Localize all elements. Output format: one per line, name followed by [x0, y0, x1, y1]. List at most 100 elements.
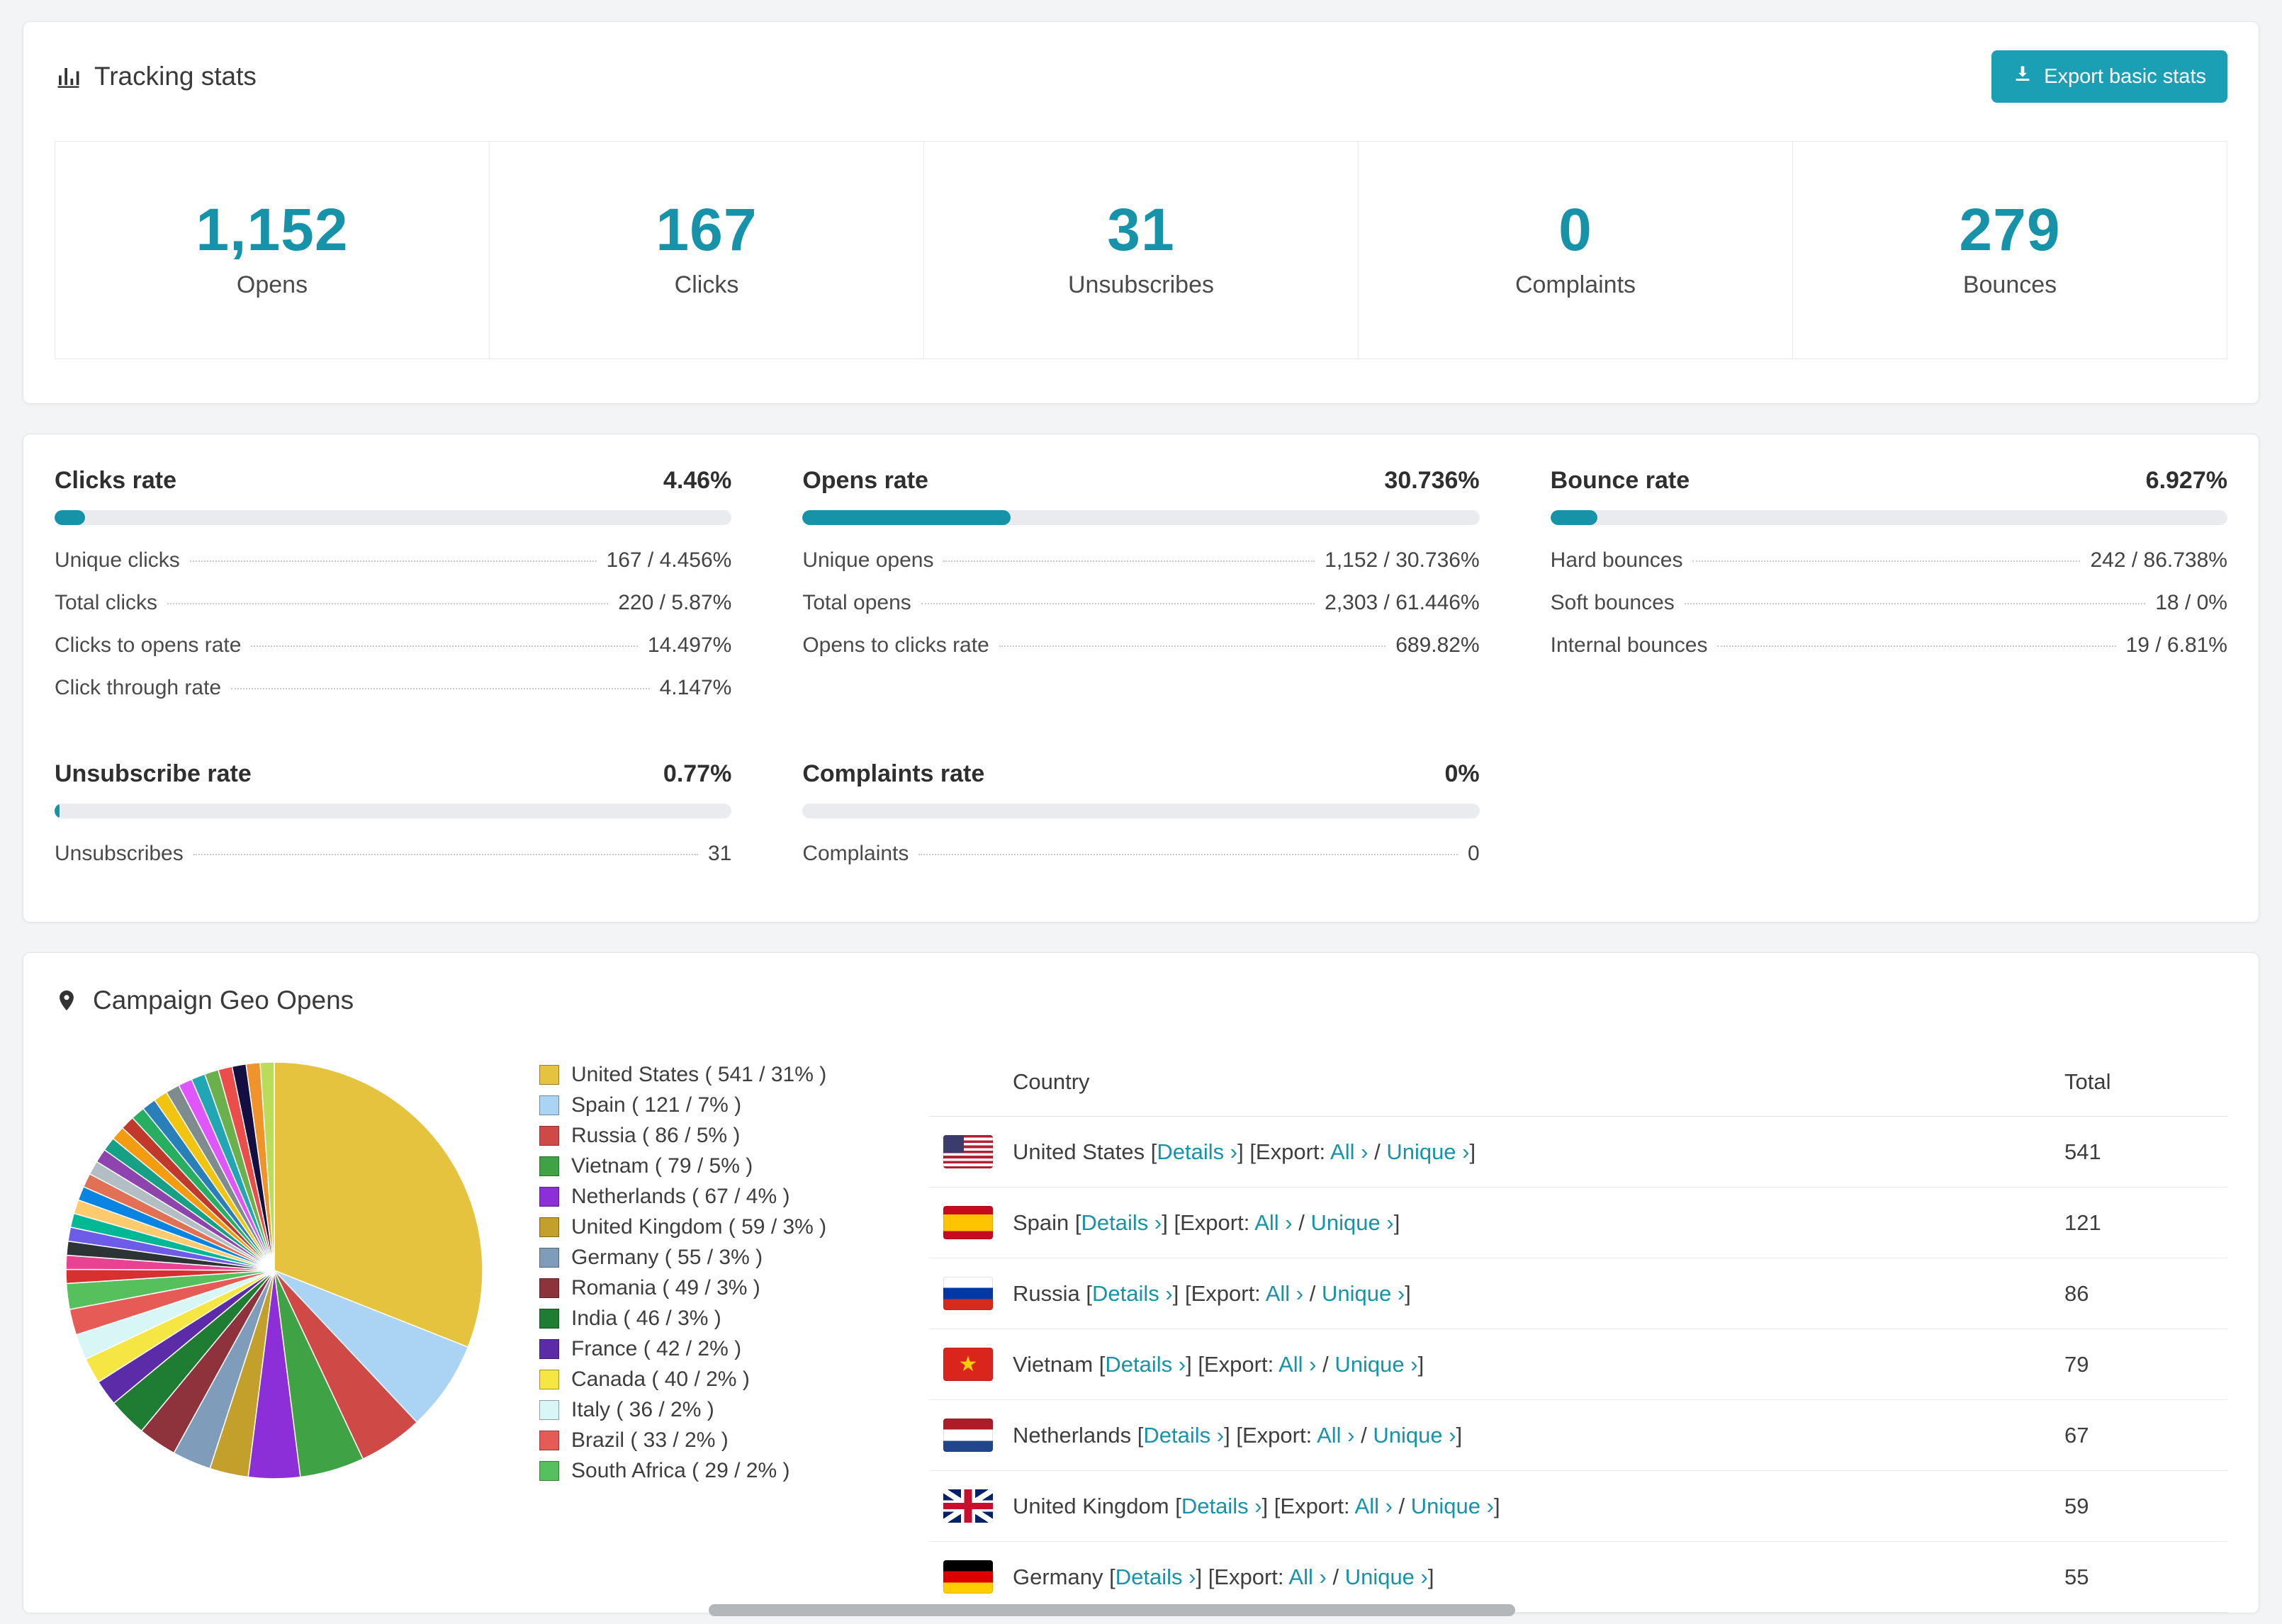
progress-bar-fill [802, 510, 1011, 525]
progress-bar-fill [55, 803, 60, 818]
country-cell: United Kingdom [Details ›] [Export: All … [929, 1489, 2064, 1523]
country-name: Netherlands [1013, 1422, 1132, 1448]
legend-item: South Africa ( 29 / 2% ) [539, 1455, 879, 1486]
rate-stat-row: Total clicks 220 / 5.87% [55, 582, 731, 624]
country-cell: United States [Details ›] [Export: All ›… [929, 1135, 2064, 1168]
dotted-leader [193, 854, 698, 855]
export-all-link[interactable]: All › [1266, 1281, 1303, 1306]
export-unique-link[interactable]: Unique › [1334, 1352, 1417, 1377]
rate-stat-value: 0 [1467, 842, 1480, 865]
export-unique-link[interactable]: Unique › [1322, 1281, 1405, 1306]
legend-label: France ( 42 / 2% ) [571, 1336, 742, 1360]
details-link[interactable]: Details › [1181, 1494, 1262, 1518]
details-link[interactable]: Details › [1157, 1139, 1237, 1164]
flag-es-icon [943, 1206, 993, 1239]
export-unique-link[interactable]: Unique › [1311, 1210, 1394, 1235]
rate-stat-value: 689.82% [1395, 633, 1480, 657]
rate-stat-label: Clicks to opens rate [55, 633, 242, 657]
export-unique-link[interactable]: Unique › [1386, 1139, 1469, 1164]
progress-bar [802, 510, 1480, 525]
country-links: Netherlands [Details ›] [Export: All › /… [1013, 1422, 1463, 1448]
rate-title: Opens rate [802, 467, 928, 494]
table-row: Spain [Details ›] [Export: All › / Uniqu… [929, 1188, 2227, 1258]
rate-stat-label: Total clicks [55, 591, 158, 614]
stat-value: 167 [656, 196, 758, 263]
details-link[interactable]: Details › [1081, 1210, 1162, 1235]
details-link[interactable]: Details › [1143, 1423, 1224, 1448]
rate-head: Complaints rate 0% [802, 760, 1479, 788]
country-cell: Russia [Details ›] [Export: All › / Uniq… [929, 1277, 2064, 1310]
export-all-link[interactable]: All › [1355, 1494, 1393, 1518]
stat-value: 1,152 [196, 196, 349, 263]
details-link[interactable]: Details › [1115, 1564, 1196, 1589]
export-icon [2013, 64, 2033, 89]
legend-label: United States ( 541 / 31% ) [571, 1062, 827, 1086]
rate-head: Bounce rate 6.927% [1551, 467, 2227, 495]
total-column-header: Total [2064, 1069, 2111, 1094]
horizontal-scrollbar[interactable] [709, 1604, 1515, 1616]
stat-value: 31 [1107, 196, 1175, 263]
details-link[interactable]: Details › [1092, 1281, 1173, 1306]
geo-table: Country Total United States [Details ›] … [929, 1048, 2227, 1613]
rate-stat-label: Hard bounces [1550, 548, 1683, 572]
export-all-link[interactable]: All › [1278, 1352, 1316, 1377]
legend-item: Canada ( 40 / 2% ) [539, 1364, 879, 1394]
rate-title: Clicks rate [55, 467, 176, 494]
details-link[interactable]: Details › [1105, 1352, 1186, 1377]
export-all-link[interactable]: All › [1330, 1139, 1368, 1164]
rate-stat-row: Click through rate 4.147% [55, 667, 731, 709]
pie-chart-svg [65, 1061, 483, 1479]
rate-block: Bounce rate 6.927% Hard bounces 242 / 86… [1550, 467, 2227, 709]
country-name: Spain [1013, 1209, 1069, 1235]
rate-stat-value: 2,303 / 61.446% [1325, 591, 1480, 614]
country-links: Germany [Details ›] [Export: All › / Uni… [1013, 1564, 1434, 1589]
rates-row-2: Unsubscribe rate 0.77% Unsubscribes 31 C… [55, 760, 2227, 875]
rate-stat-label: Unsubscribes [55, 842, 184, 865]
legend-label: India ( 46 / 3% ) [571, 1306, 721, 1330]
rate-stat-label: Internal bounces [1550, 633, 1708, 657]
export-button-label: Export basic stats [2044, 64, 2206, 88]
rate-stat-row: Unique opens 1,152 / 30.736% [802, 539, 1479, 582]
legend-swatch [539, 1186, 559, 1207]
rate-block: Opens rate 30.736% Unique opens 1,152 / … [802, 467, 1480, 709]
country-links: Spain [Details ›] [Export: All › / Uniqu… [1013, 1209, 1400, 1235]
legend-item: Russia ( 86 / 5% ) [539, 1120, 879, 1151]
rate-title: Complaints rate [802, 760, 985, 787]
progress-bar [55, 803, 732, 818]
geo-opens-title: Campaign Geo Opens [55, 986, 2227, 1015]
legend-item: Germany ( 55 / 3% ) [539, 1242, 879, 1273]
dotted-leader [251, 645, 638, 647]
export-all-link[interactable]: All › [1317, 1423, 1354, 1448]
table-row: Germany [Details ›] [Export: All › / Uni… [929, 1542, 2227, 1613]
dotted-leader [1692, 560, 2081, 562]
export-unique-link[interactable]: Unique › [1373, 1423, 1456, 1448]
legend-label: Brazil ( 33 / 2% ) [571, 1428, 729, 1452]
export-basic-stats-button[interactable]: Export basic stats [1991, 50, 2227, 103]
stat-box: 31 Unsubscribes [923, 141, 1359, 359]
rate-stat-label: Opens to clicks rate [802, 633, 989, 657]
table-row: Russia [Details ›] [Export: All › / Uniq… [929, 1258, 2227, 1329]
stat-value: 279 [1959, 196, 2061, 263]
export-unique-link[interactable]: Unique › [1411, 1494, 1494, 1518]
country-name: Germany [1013, 1564, 1103, 1589]
rate-stat-label: Complaints [802, 842, 909, 865]
export-unique-link[interactable]: Unique › [1345, 1564, 1428, 1589]
rate-head: Opens rate 30.736% [802, 467, 1479, 495]
stat-boxes: 1,152 Opens 167 Clicks 31 Unsubscribes 0… [55, 141, 2227, 359]
legend-label: Italy ( 36 / 2% ) [571, 1397, 714, 1421]
export-all-link[interactable]: All › [1254, 1210, 1292, 1235]
rate-block: Complaints rate 0% Complaints 0 [802, 760, 1480, 875]
rate-stat-row: Soft bounces 18 / 0% [1551, 582, 2227, 624]
tracking-stats-title: Tracking stats [55, 62, 257, 91]
dotted-leader [943, 560, 1315, 562]
legend-swatch [539, 1095, 559, 1115]
geo-pie-chart [55, 1048, 508, 1487]
dotted-leader [918, 854, 1458, 855]
flag-gb-icon [943, 1489, 993, 1523]
export-all-link[interactable]: All › [1288, 1564, 1326, 1589]
rates-card: Clicks rate 4.46% Unique clicks 167 / 4.… [23, 434, 2259, 923]
legend-swatch [539, 1308, 559, 1329]
country-column-header: Country [1013, 1069, 1090, 1094]
stat-value: 0 [1558, 196, 1592, 263]
dotted-leader [189, 560, 597, 562]
